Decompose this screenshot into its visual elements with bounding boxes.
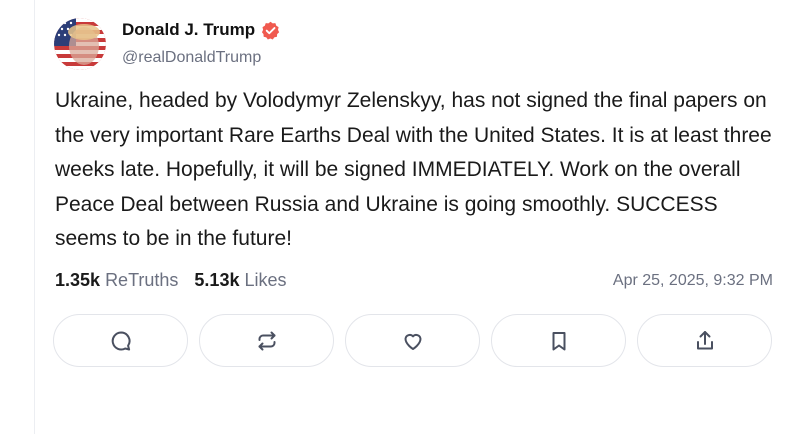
reply-button[interactable]: [53, 314, 188, 367]
bookmark-button[interactable]: [491, 314, 626, 367]
likes-stat[interactable]: 5.13k Likes: [194, 270, 286, 291]
author-name-row[interactable]: Donald J. Trump: [122, 20, 280, 40]
post-stats: 1.35k ReTruths 5.13k Likes: [55, 270, 287, 291]
post-text: Ukraine, headed by Volodymyr Zelenskyy, …: [55, 89, 772, 250]
retruth-icon: [258, 331, 275, 350]
author-handle[interactable]: @realDonaldTrump: [122, 49, 261, 67]
action-bar: [53, 314, 772, 367]
share-button[interactable]: [637, 314, 772, 367]
bookmark-icon: [552, 331, 565, 350]
like-button[interactable]: [345, 314, 480, 367]
avatar[interactable]: [54, 18, 106, 70]
retruth-button[interactable]: [199, 314, 334, 367]
likes-count: 5.13k: [194, 270, 240, 290]
share-icon: [696, 330, 713, 349]
retruths-count: 1.35k: [55, 270, 101, 290]
post-timestamp[interactable]: Apr 25, 2025, 9:32 PM: [613, 272, 773, 290]
comment-icon: [111, 330, 131, 350]
heart-icon: [404, 333, 421, 350]
verified-badge-icon: [261, 21, 280, 40]
retruths-label: ReTruths: [105, 270, 179, 290]
likes-label: Likes: [244, 270, 287, 290]
author-name[interactable]: Donald J. Trump: [122, 20, 255, 40]
retruths-stat[interactable]: 1.35k ReTruths: [55, 270, 178, 291]
